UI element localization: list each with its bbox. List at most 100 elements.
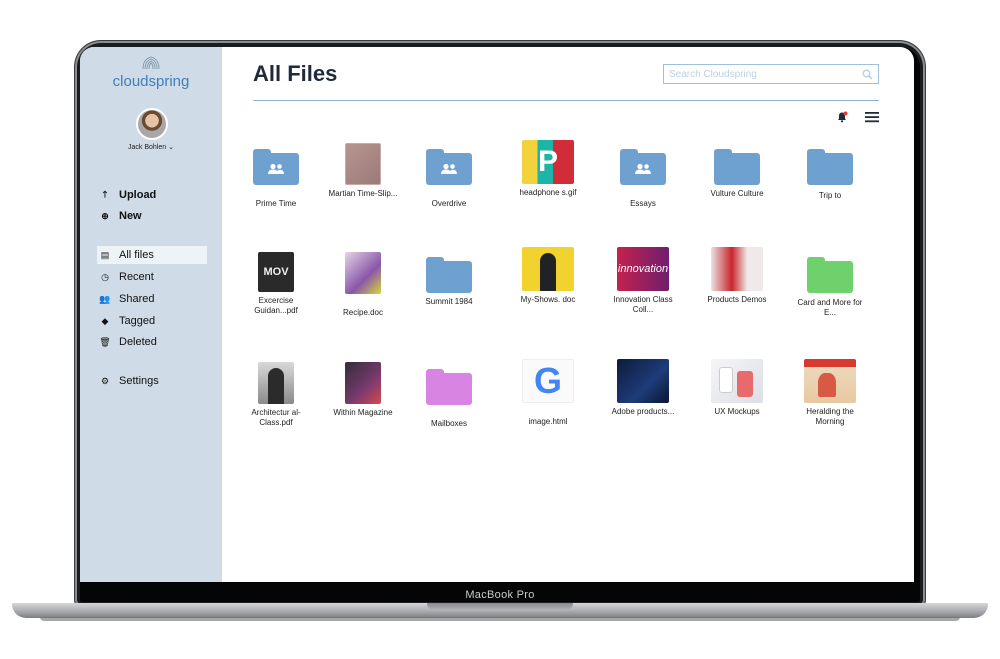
file-name: Vulture Culture: [710, 189, 764, 198]
thumbnail-text: innovation: [617, 263, 669, 275]
file-tile[interactable]: Martian Time-Slip...: [328, 143, 398, 199]
file-tile[interactable]: Products Demos: [702, 247, 772, 305]
file-name: Trip to: [818, 191, 842, 200]
clock-icon: ◷: [101, 271, 109, 282]
file-tile[interactable]: Vulture Culture: [702, 149, 772, 199]
new-button[interactable]: ⊕ New: [98, 207, 142, 225]
file-name: Architectur al-Class.pdf: [251, 408, 301, 427]
shared-folder-icon: [426, 149, 472, 185]
file-tile[interactable]: Mailboxes: [414, 369, 484, 429]
sidebar-item-label: Tagged: [119, 315, 156, 327]
folder-icon: [426, 257, 472, 293]
image-thumbnail: [617, 359, 669, 403]
file-tile[interactable]: UX Mockups: [702, 359, 772, 417]
sidebar-item-label: Recent: [119, 271, 154, 283]
search-input[interactable]: Search Cloudspring: [663, 64, 879, 84]
sidebar-item-label: All files: [119, 249, 154, 261]
file-name: Summit 1984: [425, 297, 473, 306]
image-thumbnail: [345, 252, 381, 294]
file-tile[interactable]: Architectur al-Class.pdf: [241, 362, 311, 428]
file-tile[interactable]: MOV Excercise Guidan...pdf: [241, 252, 311, 316]
file-name: Card and More for E...: [797, 298, 863, 317]
image-thumbnail: [711, 247, 763, 291]
sidebar-item-settings[interactable]: ⚙ Settings: [98, 372, 159, 390]
notification-bell-icon[interactable]: [836, 111, 848, 123]
file-name: Prime Time: [255, 199, 297, 208]
file-tile[interactable]: Essays: [608, 149, 678, 209]
file-tile[interactable]: P headphone s.gif: [513, 140, 583, 198]
laptop-notch: [427, 603, 573, 611]
upload-label: Upload: [119, 189, 157, 201]
file-name: headphone s.gif: [519, 188, 577, 197]
google-logo-letter: G: [533, 360, 562, 401]
google-image-thumbnail: G: [522, 359, 574, 403]
file-tile[interactable]: innovation Innovation Class Coll...: [608, 247, 678, 315]
file-name: Martian Time-Slip...: [328, 189, 398, 198]
trash-icon: 🗑: [99, 336, 111, 347]
image-thumbnail: [345, 362, 381, 404]
sidebar-item-tagged[interactable]: ◆ Tagged: [98, 312, 156, 330]
search-placeholder: Search Cloudspring: [669, 68, 757, 80]
file-name: Products Demos: [707, 295, 767, 304]
user-name-dropdown[interactable]: Jack Bohlen ⌄: [80, 143, 222, 151]
image-thumbnail: P: [522, 140, 574, 184]
file-name: Heralding the Morning: [806, 407, 854, 426]
file-tile[interactable]: My-Shows. doc: [513, 247, 583, 305]
new-label: New: [119, 210, 142, 222]
file-name: Recipe.doc: [342, 308, 384, 317]
shared-folder-icon: [620, 149, 666, 185]
upload-button[interactable]: 🡑 Upload: [98, 186, 157, 204]
file-name: Essays: [630, 199, 656, 208]
sidebar-item-recent[interactable]: ◷ Recent: [98, 268, 154, 286]
file-name: Excercise Guidan...pdf: [254, 296, 298, 315]
sidebar-item-deleted[interactable]: 🗑 Deleted: [98, 333, 157, 351]
user-avatar[interactable]: [136, 108, 168, 140]
search-icon[interactable]: [862, 69, 873, 80]
file-name: Overdrive: [431, 199, 467, 208]
file-tile[interactable]: Adobe products...: [608, 359, 678, 417]
laptop-mockup: cloudspring Jack Bohlen ⌄ 🡑 Upload ⊕ New…: [0, 0, 1000, 659]
sidebar-item-all-files[interactable]: ▤ All files: [97, 246, 207, 264]
image-thumbnail: [258, 362, 294, 404]
image-thumbnail: [711, 359, 763, 403]
sidebar-item-shared[interactable]: 👥 Shared: [98, 290, 154, 308]
file-tile[interactable]: G image.html: [513, 359, 583, 427]
sidebar-item-label: Deleted: [119, 336, 157, 348]
image-thumbnail: innovation: [617, 247, 669, 291]
file-name: My-Shows. doc: [520, 295, 576, 304]
file-tile[interactable]: Heralding the Morning: [795, 359, 865, 427]
image-thumbnail: [804, 359, 856, 403]
file-tile[interactable]: Summit 1984: [414, 257, 484, 307]
file-name: Mailboxes: [430, 419, 467, 428]
file-tile[interactable]: Card and More for E...: [795, 257, 865, 318]
thumbnail-letter: P: [537, 145, 558, 178]
hamburger-menu-icon[interactable]: [865, 111, 879, 123]
image-thumbnail: MOV: [258, 252, 294, 292]
gear-icon: ⚙: [100, 375, 110, 386]
users-icon: 👥: [99, 293, 111, 304]
folder-icon: [714, 149, 760, 185]
folder-icon: [807, 257, 853, 293]
file-name: Within Magazine: [333, 408, 393, 417]
file-tile[interactable]: Overdrive: [414, 149, 484, 209]
page-title: All Files: [253, 61, 338, 86]
file-tile[interactable]: Recipe.doc: [328, 252, 398, 318]
thumbnail-text: MOV: [263, 266, 289, 278]
file-name: image.html: [528, 417, 568, 426]
shared-folder-icon: [253, 149, 299, 185]
file-tile[interactable]: Within Magazine: [328, 362, 398, 418]
header-divider: [253, 100, 879, 101]
upload-arrow-icon: 🡑: [102, 189, 108, 199]
file-name: UX Mockups: [714, 407, 760, 416]
plus-circle-icon: ⊕: [101, 210, 109, 221]
folder-icon: [807, 149, 853, 185]
file-name: Adobe products...: [611, 407, 675, 416]
device-label: MacBook Pro: [465, 589, 535, 601]
image-thumbnail: [522, 247, 574, 291]
file-tile[interactable]: Prime Time: [241, 149, 311, 209]
file-tile[interactable]: Trip to: [795, 149, 865, 201]
app-screen: cloudspring Jack Bohlen ⌄ 🡑 Upload ⊕ New…: [80, 47, 914, 582]
brand-logo-text[interactable]: cloudspring: [80, 73, 222, 90]
folder-icon: [426, 369, 472, 405]
laptop-shadow: [40, 617, 960, 621]
